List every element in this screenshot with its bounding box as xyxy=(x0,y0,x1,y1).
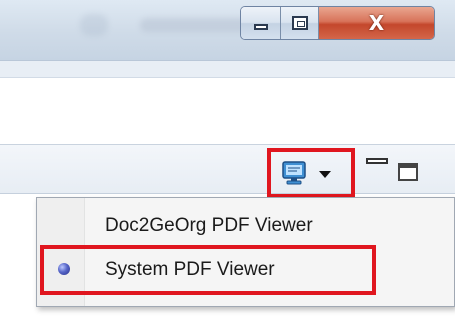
maximize-view-icon[interactable] xyxy=(398,163,418,181)
window-title-bar: X xyxy=(0,0,455,60)
restore-icon xyxy=(291,16,308,30)
menu-item-doc2georg-pdf-viewer[interactable]: Doc2GeOrg PDF Viewer xyxy=(40,204,452,248)
editor-pane xyxy=(0,78,455,144)
radio-selected-icon xyxy=(58,263,70,275)
window-caption-buttons: X xyxy=(240,6,435,40)
minimize-icon xyxy=(253,24,268,30)
blurred-app-icon xyxy=(80,14,108,36)
window-minimize-button[interactable] xyxy=(241,7,281,39)
dropdown-arrow-icon xyxy=(319,170,331,178)
menu-item-label: System PDF Viewer xyxy=(105,259,275,280)
view-header xyxy=(0,144,455,194)
blurred-window-title xyxy=(140,18,250,32)
window-close-button[interactable]: X xyxy=(319,7,434,39)
menu-item-label: Doc2GeOrg PDF Viewer xyxy=(105,215,313,236)
menu-item-system-pdf-viewer[interactable]: System PDF Viewer xyxy=(40,248,452,292)
pdf-viewer-menu-button[interactable] xyxy=(267,148,355,198)
monitor-icon xyxy=(281,160,307,186)
close-icon: X xyxy=(368,11,385,35)
main-toolbar xyxy=(0,60,455,78)
minimize-view-icon[interactable] xyxy=(366,158,388,164)
window-restore-button[interactable] xyxy=(281,7,319,39)
